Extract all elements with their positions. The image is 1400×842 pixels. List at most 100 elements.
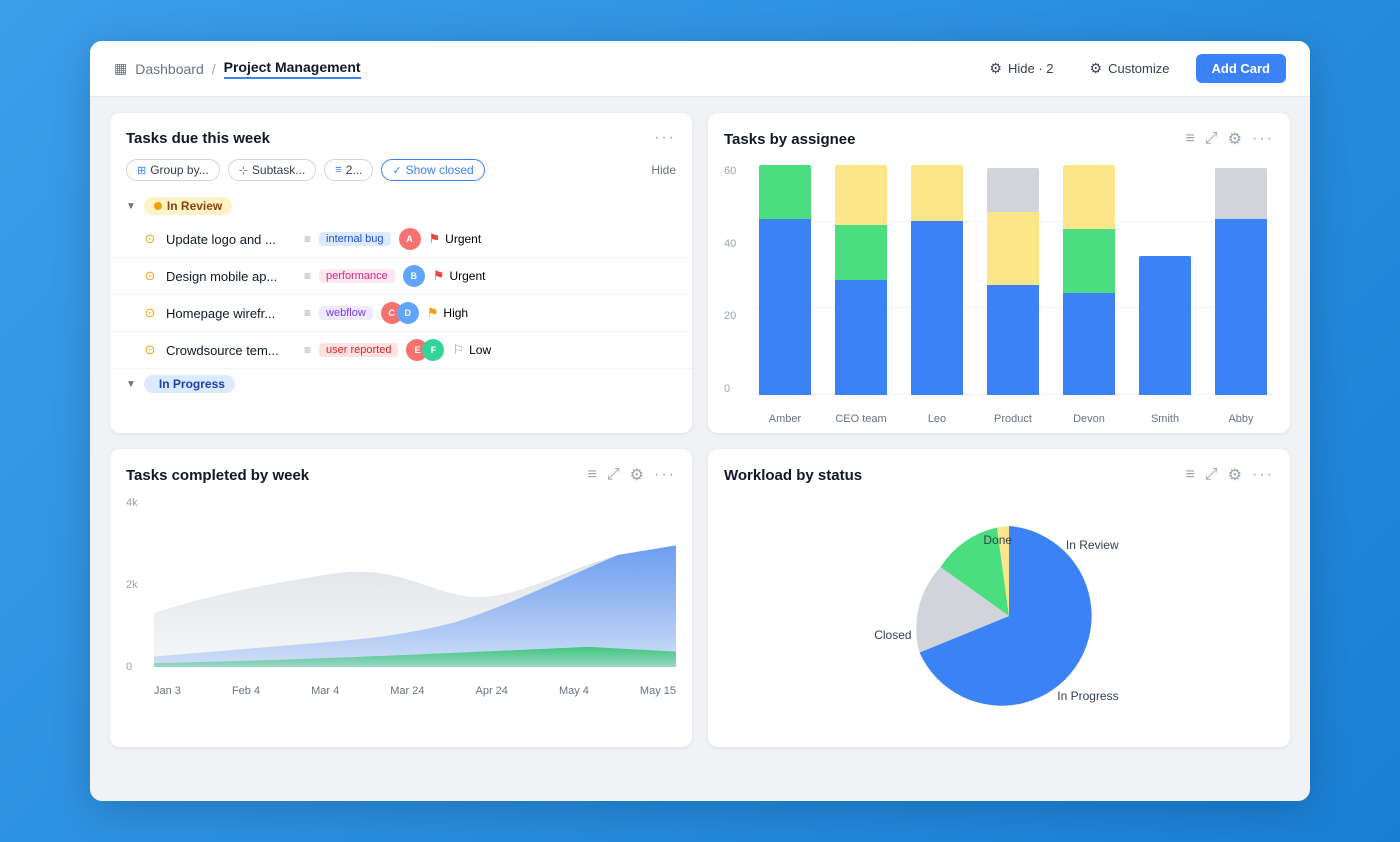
tasks-card-header: Tasks due this week ···	[110, 113, 692, 155]
customize-button[interactable]: ⚙ Customize	[1080, 54, 1180, 83]
expand-icon[interactable]: ⤢	[1205, 130, 1218, 148]
bar-segment	[1063, 229, 1116, 293]
x-label: Devon	[1056, 413, 1122, 425]
flag-icon: ⚐	[452, 342, 464, 358]
bar-group	[1056, 165, 1122, 395]
in-review-badge: In Review	[144, 197, 232, 215]
y-label-2k: 2k	[126, 579, 150, 591]
x-label: Leo	[904, 413, 970, 425]
filter-row: ⊞ Group by... ⊹ Subtask... ≡ 2... ✓ Show…	[110, 155, 692, 191]
table-row: ⊙ Crowdsource tem... ≡ user reported E F…	[110, 332, 692, 369]
hide-columns-button[interactable]: Hide	[651, 163, 676, 177]
filter-icon[interactable]: ≡	[588, 466, 597, 484]
task-status-icon: ⊙	[142, 305, 158, 321]
task-tag[interactable]: internal bug	[319, 232, 391, 246]
bar-stack	[1215, 168, 1268, 395]
group-by-filter[interactable]: ⊞ Group by...	[126, 159, 220, 181]
avatar-group: E F	[406, 339, 444, 361]
filter-icon[interactable]: ≡	[1186, 130, 1195, 148]
more-options-icon[interactable]: ···	[654, 129, 676, 147]
bar-stack	[1139, 256, 1192, 395]
avatar: A	[399, 228, 421, 250]
bar-segment	[911, 221, 964, 395]
in-progress-badge: In Progress	[144, 375, 235, 393]
header: ▦ Dashboard / Project Management ⚙ Hide …	[90, 41, 1310, 97]
expand-icon[interactable]: ⤢	[1205, 466, 1218, 484]
assignee-card-header: Tasks by assignee ≡ ⤢ ⚙ ···	[708, 113, 1290, 157]
breadcrumb-dashboard[interactable]: Dashboard	[135, 61, 204, 77]
table-row: ⊙ Update logo and ... ≡ internal bug A ⚑…	[110, 221, 692, 258]
x-label: May 4	[559, 685, 589, 697]
task-name[interactable]: Design mobile ap...	[166, 269, 296, 284]
settings-icon: ⚙	[1090, 60, 1103, 77]
task-name[interactable]: Update logo and ...	[166, 232, 296, 247]
dashboard-grid: Tasks due this week ··· ⊞ Group by... ⊹ …	[90, 97, 1310, 767]
task-tag[interactable]: user reported	[319, 343, 398, 357]
bar-group	[904, 165, 970, 395]
bar-segment	[1063, 293, 1116, 395]
bar-group	[980, 165, 1046, 395]
bar-segment	[759, 165, 812, 219]
more-options-icon[interactable]: ···	[654, 466, 676, 484]
tasks-scroll[interactable]: ▼ In Review ⊙ Update logo and ... ≡ inte…	[110, 191, 692, 399]
task-list-icon: ≡	[304, 232, 311, 246]
bar-stack	[911, 165, 964, 395]
bar-chart	[752, 165, 1274, 395]
tasks-card-actions: ···	[654, 129, 676, 147]
bar-stack	[987, 168, 1040, 395]
task-tag[interactable]: webflow	[319, 306, 373, 320]
filter-icon[interactable]: ≡	[1186, 466, 1195, 484]
subtask-filter[interactable]: ⊹ Subtask...	[228, 159, 317, 181]
settings-icon[interactable]: ⚙	[1228, 129, 1242, 149]
closed-label: Closed	[874, 628, 911, 642]
priority-flag: ⚑ Urgent	[429, 231, 489, 247]
dashboard-icon: ▦	[114, 60, 127, 77]
workload-card: Workload by status ≡ ⤢ ⚙ ···	[708, 449, 1290, 747]
avatar-group: C D	[381, 302, 419, 324]
expand-icon[interactable]: ⤢	[607, 466, 620, 484]
show-closed-filter[interactable]: ✓ Show closed	[381, 159, 484, 181]
bar-stack	[835, 165, 888, 395]
bar-segment	[759, 219, 812, 395]
y-label-0: 0	[724, 383, 748, 395]
task-tag[interactable]: performance	[319, 269, 395, 283]
task-name[interactable]: Homepage wirefr...	[166, 306, 296, 321]
filter-count-chip[interactable]: ≡ 2...	[324, 159, 373, 181]
bar-segment	[987, 168, 1040, 212]
settings-icon[interactable]: ⚙	[630, 465, 644, 485]
priority-flag: ⚐ Low	[452, 342, 512, 358]
task-group-in-review[interactable]: ▼ In Review	[110, 191, 692, 221]
more-options-icon[interactable]: ···	[1252, 466, 1274, 484]
in-review-label: In Review	[1066, 538, 1119, 552]
priority-label: High	[443, 306, 468, 320]
area-chart-area: 0 2k 4k	[110, 493, 692, 709]
y-axis-labels: 0 20 40 60	[724, 165, 748, 395]
settings-icon[interactable]: ⚙	[1228, 465, 1242, 485]
bar-segment	[1215, 168, 1268, 219]
header-actions: ⚙ Hide · 2 ⚙ Customize Add Card	[979, 54, 1286, 83]
priority-label: Urgent	[445, 232, 481, 246]
completed-card-header: Tasks completed by week ≡ ⤢ ⚙ ···	[110, 449, 692, 493]
x-label: Jan 3	[154, 685, 181, 697]
task-status-icon: ⊙	[142, 268, 158, 284]
breadcrumb-active: Project Management	[224, 59, 361, 79]
completed-card: Tasks completed by week ≡ ⤢ ⚙ ··· 0 2k 4…	[110, 449, 692, 747]
more-options-icon[interactable]: ···	[1252, 130, 1274, 148]
pie-wrapper: Done In Review Closed In Progress	[869, 501, 1129, 731]
filter-icon: ≡	[335, 164, 341, 176]
task-group-in-progress[interactable]: ▼ In Progress	[110, 369, 692, 399]
task-status-icon: ⊙	[142, 231, 158, 247]
add-card-button[interactable]: Add Card	[1196, 54, 1287, 83]
task-list-icon: ≡	[304, 306, 311, 320]
tasks-card-title: Tasks due this week	[126, 130, 270, 147]
avatar-group: A	[399, 228, 421, 250]
bar-group	[1208, 165, 1274, 395]
priority-flag: ⚑ High	[427, 305, 487, 321]
check-icon: ✓	[392, 164, 401, 177]
hide-button[interactable]: ⚙ Hide · 2	[979, 54, 1063, 83]
status-dot	[154, 202, 162, 210]
bar-group	[752, 165, 818, 395]
bar-chart-area: 0 20 40 60 AmberCEO teamLeoProductDevonS…	[708, 157, 1290, 433]
task-name[interactable]: Crowdsource tem...	[166, 343, 296, 358]
area-y-labels: 0 2k 4k	[126, 497, 150, 673]
